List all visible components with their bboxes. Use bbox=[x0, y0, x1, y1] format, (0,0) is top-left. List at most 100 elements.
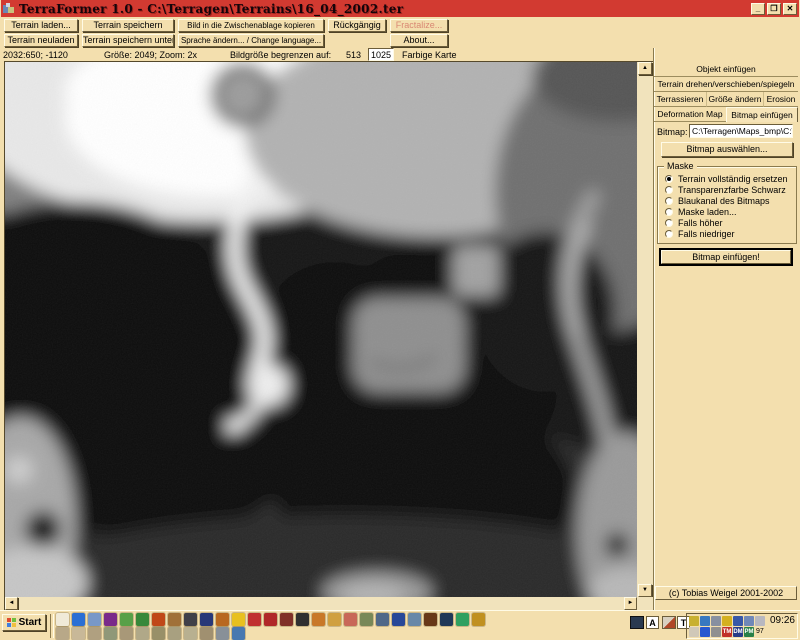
maximize-button[interactable]: ❐ bbox=[767, 3, 781, 15]
quick-launch-icon[interactable] bbox=[264, 613, 277, 626]
quick-launch-icon[interactable] bbox=[376, 613, 389, 626]
quick-launch-icon[interactable] bbox=[136, 627, 149, 640]
tray-97-icon[interactable]: 97 bbox=[756, 628, 764, 635]
tab-deformation-map[interactable]: Deformation Map bbox=[654, 107, 726, 122]
copy-to-clipboard-button[interactable]: Bild in die Zwischenablage kopieren bbox=[178, 19, 324, 32]
radio-icon[interactable] bbox=[665, 230, 673, 238]
tray-icon[interactable] bbox=[689, 616, 699, 626]
scroll-down-icon[interactable]: ▼ bbox=[638, 584, 652, 597]
tray-icon[interactable] bbox=[722, 616, 732, 626]
tray-icon[interactable]: PM bbox=[744, 627, 754, 637]
quick-launch-icon[interactable] bbox=[56, 613, 69, 626]
quick-launch-icon[interactable] bbox=[56, 627, 69, 640]
quick-launch-icon[interactable] bbox=[328, 613, 341, 626]
terrain-reload-button[interactable]: Terrain neuladen bbox=[4, 34, 78, 47]
quick-launch-icon[interactable] bbox=[392, 613, 405, 626]
tab-objekt-einfuegen[interactable]: Objekt einfügen bbox=[654, 62, 798, 77]
painter-tool-icon[interactable] bbox=[662, 616, 676, 629]
mask-option-if-higher[interactable]: Falls höher bbox=[665, 217, 796, 228]
quick-launch-icon[interactable] bbox=[184, 627, 197, 640]
quick-launch-icon[interactable] bbox=[88, 613, 101, 626]
vertical-scrollbar[interactable]: ▲ ▼ bbox=[637, 62, 653, 597]
tab-bitmap-einfuegen[interactable]: Bitmap einfügen bbox=[726, 107, 798, 122]
quick-launch-icon[interactable] bbox=[344, 613, 357, 626]
tray-icon[interactable] bbox=[689, 627, 699, 637]
quick-launch-icon[interactable] bbox=[104, 613, 117, 626]
quick-launch-icon[interactable] bbox=[360, 613, 373, 626]
undo-button[interactable]: Rückgängig bbox=[328, 19, 386, 32]
heightmap-image[interactable] bbox=[5, 62, 637, 597]
radio-icon[interactable] bbox=[665, 186, 673, 194]
quick-launch-icon[interactable] bbox=[120, 613, 133, 626]
mask-option-transparent-black[interactable]: Transparenzfarbe Schwarz bbox=[665, 184, 796, 195]
tab-erosion[interactable]: Erosion bbox=[763, 92, 798, 107]
radio-icon[interactable] bbox=[665, 197, 673, 205]
terrain-save-as-button[interactable]: Terrain speichern unter... bbox=[82, 34, 174, 47]
tab-terrassieren[interactable]: Terrassieren bbox=[654, 92, 706, 107]
quick-launch-icon[interactable] bbox=[216, 627, 229, 640]
quick-launch-icon[interactable] bbox=[440, 613, 453, 626]
about-button[interactable]: About... bbox=[390, 34, 448, 47]
quick-launch-icon[interactable] bbox=[168, 613, 181, 626]
horizontal-scrollbar[interactable]: ◄ ► bbox=[5, 597, 637, 611]
mask-option-load-mask[interactable]: Maske laden... bbox=[665, 206, 796, 217]
keyboard-layout-icon[interactable]: A bbox=[646, 616, 659, 629]
quick-launch-icon[interactable] bbox=[232, 613, 245, 626]
quick-launch-icon[interactable] bbox=[152, 627, 165, 640]
quick-launch-icon[interactable] bbox=[120, 627, 133, 640]
terrain-save-button[interactable]: Terrain speichern bbox=[82, 19, 174, 32]
bitmap-insert-button[interactable]: Bitmap einfügen! bbox=[659, 248, 793, 266]
minimize-button[interactable]: _ bbox=[751, 3, 765, 15]
tray-icon[interactable]: DM bbox=[733, 627, 743, 637]
tray-icon[interactable] bbox=[700, 627, 710, 637]
colored-map-label[interactable]: Farbige Karte bbox=[402, 50, 457, 60]
quick-launch-icon[interactable] bbox=[216, 613, 229, 626]
quick-launch-icon[interactable] bbox=[472, 613, 485, 626]
quick-launch-icon[interactable] bbox=[72, 627, 85, 640]
close-button[interactable]: ✕ bbox=[783, 3, 797, 15]
quick-launch-icon[interactable] bbox=[168, 627, 181, 640]
bitmap-select-button[interactable]: Bitmap auswählen... bbox=[661, 142, 793, 157]
radio-icon[interactable] bbox=[665, 208, 673, 216]
quick-launch-icon[interactable] bbox=[296, 613, 309, 626]
quick-launch-icon[interactable] bbox=[104, 627, 117, 640]
tray-icon[interactable] bbox=[711, 627, 721, 637]
terrain-load-button[interactable]: Terrain laden... bbox=[4, 19, 78, 32]
quick-launch-icon[interactable] bbox=[72, 613, 85, 626]
radio-icon[interactable] bbox=[665, 175, 673, 183]
quick-launch-icon[interactable] bbox=[456, 613, 469, 626]
quick-launch-icon[interactable] bbox=[408, 613, 421, 626]
quick-launch-icon[interactable] bbox=[88, 627, 101, 640]
tray-icon[interactable] bbox=[711, 616, 721, 626]
quick-launch-icon[interactable] bbox=[232, 627, 245, 640]
start-button[interactable]: Start bbox=[2, 614, 46, 631]
scroll-up-icon[interactable]: ▲ bbox=[638, 62, 652, 75]
scroll-left-icon[interactable]: ◄ bbox=[5, 597, 18, 610]
tray-icon[interactable] bbox=[700, 616, 710, 626]
title-bar[interactable]: TerraFormer 1.0 - C:\Terragen\Terrains\1… bbox=[1, 0, 799, 17]
tray-icon[interactable] bbox=[744, 616, 754, 626]
tray-icon[interactable] bbox=[733, 616, 743, 626]
mask-option-blue-channel[interactable]: Blaukanal des Bitmaps bbox=[665, 195, 796, 206]
quick-launch-icon[interactable] bbox=[424, 613, 437, 626]
change-language-button[interactable]: Sprache ändern... / Change language... bbox=[178, 34, 324, 47]
quick-launch-icon[interactable] bbox=[200, 613, 213, 626]
quick-launch-icon[interactable] bbox=[152, 613, 165, 626]
quick-launch-icon[interactable] bbox=[248, 613, 261, 626]
quick-launch-icon[interactable] bbox=[312, 613, 325, 626]
tray-icon[interactable]: TM bbox=[722, 627, 732, 637]
picture-indicator-icon[interactable] bbox=[630, 616, 644, 629]
quick-launch-icon[interactable] bbox=[136, 613, 149, 626]
limit-value-513[interactable]: 513 bbox=[346, 50, 361, 60]
quick-launch-icon[interactable] bbox=[200, 627, 213, 640]
mask-option-if-lower[interactable]: Falls niedriger bbox=[665, 228, 796, 239]
tab-terrain-drehen[interactable]: Terrain drehen/verschieben/spiegeln bbox=[654, 77, 798, 92]
mask-option-replace[interactable]: Terrain vollständig ersetzen bbox=[665, 173, 796, 184]
tray-icon[interactable] bbox=[755, 616, 765, 626]
scroll-right-icon[interactable]: ► bbox=[624, 597, 637, 610]
limit-value-input[interactable]: 1025 bbox=[368, 48, 394, 61]
bitmap-path-input[interactable]: C:\Terragen\Maps_bmp\C:\Com bbox=[689, 124, 793, 138]
quick-launch-icon[interactable] bbox=[280, 613, 293, 626]
tab-groesse-aendern[interactable]: Größe ändern bbox=[706, 92, 763, 107]
quick-launch-icon[interactable] bbox=[184, 613, 197, 626]
